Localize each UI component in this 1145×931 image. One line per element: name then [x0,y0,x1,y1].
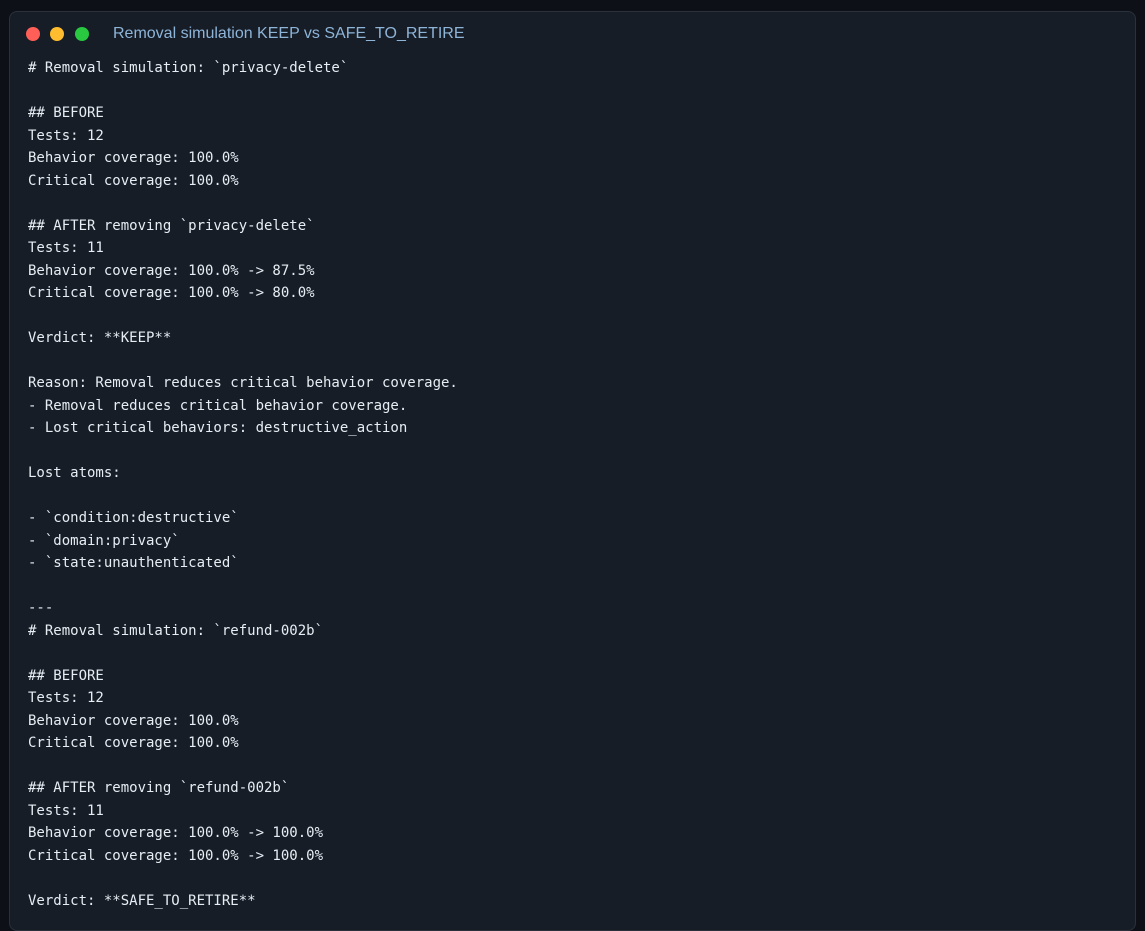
terminal-window: Removal simulation KEEP vs SAFE_TO_RETIR… [9,11,1136,931]
output-line: Critical coverage: 100.0% -> 100.0% [28,847,324,864]
output-line: # Removal simulation: `privacy-delete` [28,60,349,76]
output-line: - `state:unauthenticated` [28,555,239,571]
output-line: # Removal simulation: `refund-002b` [28,622,324,639]
output-line: ## AFTER removing `privacy-delete` [28,217,315,234]
output-line: Lost atoms: [28,465,121,481]
output-line: Reason: Removal reduces critical behavio… [28,375,458,391]
minimize-window-button[interactable] [50,27,64,41]
output-line: - `condition:destructive` [28,510,239,526]
title-bar: Removal simulation KEEP vs SAFE_TO_RETIR… [10,12,1135,56]
output-line: Verdict: **SAFE_TO_RETIRE** [28,892,256,909]
output-line: Behavior coverage: 100.0% -> 100.0% [28,825,324,841]
output-line: - Removal reduces critical behavior cove… [28,397,408,414]
output-line: Behavior coverage: 100.0% [28,712,239,729]
maximize-window-button[interactable] [75,27,89,41]
output-line: - Lost critical behaviors: destructive_a… [28,420,408,436]
output-line: Verdict: **KEEP** [28,330,172,346]
output-line: Tests: 12 [28,690,104,706]
output-line: Tests: 12 [28,127,104,144]
output-line: Critical coverage: 100.0% [28,735,239,751]
window-title: Removal simulation KEEP vs SAFE_TO_RETIR… [113,25,465,42]
output-line: Tests: 11 [28,802,104,819]
output-line: Critical coverage: 100.0% -> 80.0% [28,285,315,301]
output-line: --- [28,600,54,616]
output-line: Tests: 11 [28,240,104,256]
output-line: ## BEFORE [28,667,104,684]
output-line: ## BEFORE [28,105,104,121]
output-line: - `domain:privacy` [28,532,180,549]
output-line: Behavior coverage: 100.0% [28,150,239,166]
output-line: Behavior coverage: 100.0% -> 87.5% [28,262,315,279]
close-window-button[interactable] [26,27,40,41]
output-line: ## AFTER removing `refund-002b` [28,780,290,796]
terminal-output: # Removal simulation: `privacy-delete` ##… [28,57,458,912]
output-line: Critical coverage: 100.0% [28,172,239,189]
